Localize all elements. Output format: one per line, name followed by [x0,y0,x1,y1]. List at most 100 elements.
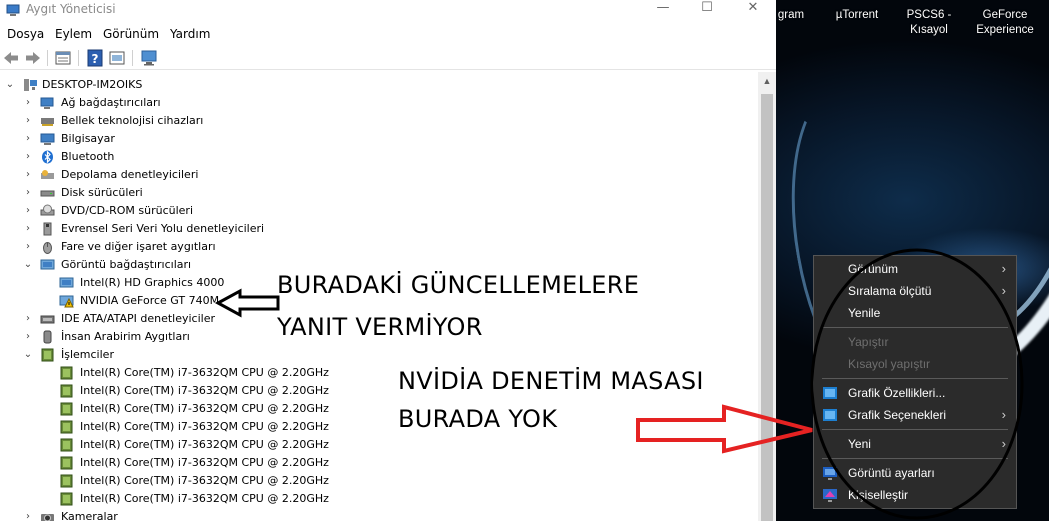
help-icon[interactable]: ? [86,49,104,67]
tree-device-label: Intel(R) Core(TM) i7-3632QM CPU @ 2.20GH… [80,474,329,487]
processor-icon [60,456,73,470]
back-icon[interactable] [2,49,20,67]
context-menu-item[interactable]: Grafik Seçenekleri › [814,404,1016,426]
collapse-chevron-icon[interactable]: ⌄ [4,76,16,94]
device-manager-window: Aygıt Yöneticisi — ☐ ✕ Dosya Eylem Görün… [0,0,776,521]
context-menu-item: Yapıştır [814,331,1016,353]
menu-help[interactable]: Yardım [170,27,210,41]
expand-chevron-icon[interactable]: › [22,184,34,202]
menu-separator [822,429,1008,430]
context-menu-item-label: Kişiselleştir [848,488,909,502]
toolbar: ? [0,46,776,70]
menu-view[interactable]: Görünüm [103,27,159,41]
context-menu-item[interactable]: Görüntü ayarları [814,462,1016,484]
tree-category-label: Görüntü bağdaştırıcıları [61,258,192,271]
tree-category[interactable]: › Disk sürücüleri [0,184,758,202]
tree-device-label: Intel(R) Core(TM) i7-3632QM CPU @ 2.20GH… [80,492,329,505]
menu-action[interactable]: Eylem [55,27,92,41]
expand-chevron-icon[interactable]: › [22,310,34,328]
tree-category[interactable]: › Bluetooth [0,148,758,166]
context-menu-item[interactable]: Sıralama ölçütü › [814,280,1016,302]
hid-icon [43,330,52,344]
collapse-chevron-icon[interactable]: ⌄ [22,256,34,274]
tree-category[interactable]: ⌄ İşlemciler [0,346,758,364]
submenu-chevron-icon: › [1001,436,1006,451]
desktop-icon-utorrent[interactable]: µTorrent [826,8,888,23]
tree-device-label: Intel(R) Core(TM) i7-3632QM CPU @ 2.20GH… [80,438,329,451]
tree-category[interactable]: › DVD/CD-ROM sürücüleri [0,202,758,220]
tree-category[interactable]: › Depolama denetleyicileri [0,166,758,184]
submenu-chevron-icon: › [1001,261,1006,276]
expand-chevron-icon[interactable]: › [22,112,34,130]
menu-file[interactable]: Dosya [7,27,44,41]
desktop-icon-pscs6[interactable]: PSCS6 - Kısayol [898,8,960,38]
personalize-icon [823,489,837,502]
context-menu-item-label: Görüntü ayarları [848,466,935,480]
maximize-button[interactable]: ☐ [684,0,730,20]
tree-category[interactable]: › Kameralar [0,508,758,521]
svg-text:?: ? [92,52,99,66]
tree-device[interactable]: Intel(R) Core(TM) i7-3632QM CPU @ 2.20GH… [0,490,758,508]
tree-category[interactable]: › Bilgisayar [0,130,758,148]
context-menu-item[interactable]: Yenile [814,302,1016,324]
processor-icon [60,366,73,380]
tree-category[interactable]: › Fare ve diğer işaret aygıtları [0,238,758,256]
network-icon [40,97,54,109]
toolbar-divider [78,50,79,66]
close-button[interactable]: ✕ [730,0,776,20]
tree-device[interactable]: Intel(R) Core(TM) i7-3632QM CPU @ 2.20GH… [0,400,758,418]
expand-chevron-icon[interactable]: › [22,148,34,166]
context-menu-item[interactable]: Grafik Özellikleri... [814,382,1016,404]
annotation-text-not-here: BURADA YOK [398,405,558,433]
show-hidden-icon[interactable] [108,49,126,67]
properties-icon[interactable] [54,49,72,67]
toolbar-divider [47,50,48,66]
submenu-chevron-icon: › [1001,407,1006,422]
context-menu-item[interactable]: Yeni › [814,433,1016,455]
desktop-icon-instagram[interactable]: gram [776,8,808,23]
expand-chevron-icon[interactable]: › [22,130,34,148]
minimize-button[interactable]: — [640,0,686,20]
expand-chevron-icon[interactable]: › [22,220,34,238]
tree-device[interactable]: Intel(R) Core(TM) i7-3632QM CPU @ 2.20GH… [0,454,758,472]
tree-device-label: Intel(R) Core(TM) i7-3632QM CPU @ 2.20GH… [80,366,329,379]
vertical-scrollbar[interactable]: ▲ [758,72,776,521]
annotation-text-updates: BURADAKİ GÜNCELLEMELERE [277,271,640,299]
processor-icon [60,474,73,488]
processor-icon [60,384,73,398]
expand-chevron-icon[interactable]: › [22,238,34,256]
context-menu-item: Kısayol yapıştır [814,353,1016,375]
tree-device[interactable]: Intel(R) Core(TM) i7-3632QM CPU @ 2.20GH… [0,418,758,436]
tree-device[interactable]: Intel(R) Core(TM) i7-3632QM CPU @ 2.20GH… [0,472,758,490]
monitor-scan-icon[interactable] [140,49,158,67]
forward-icon[interactable] [24,49,42,67]
expand-chevron-icon[interactable]: › [22,328,34,346]
tree-category[interactable]: › Ağ bağdaştırıcıları [0,94,758,112]
scroll-up-icon[interactable]: ▲ [758,76,776,90]
tree-category[interactable]: › Evrensel Seri Veri Yolu denetleyicileri [0,220,758,238]
bluetooth-icon [42,150,53,164]
menu-separator [822,458,1008,459]
tree-device[interactable]: Intel(R) Core(TM) i7-3632QM CPU @ 2.20GH… [0,436,758,454]
tree-root[interactable]: ⌄ DESKTOP-IM2OIKS [0,76,758,94]
tree-root-label: DESKTOP-IM2OIKS [42,78,143,91]
processor-icon [60,402,73,416]
context-menu-item[interactable]: Görünüm › [814,258,1016,280]
expand-chevron-icon[interactable]: › [22,166,34,184]
menu-separator [822,378,1008,379]
processor-icon [60,438,73,452]
tree-category-label: Kameralar [61,510,118,521]
computer-icon [40,133,55,145]
desktop-icon-geforce-experience[interactable]: GeForce Experience [972,8,1038,38]
tree-category[interactable]: › Bellek teknolojisi cihazları [0,112,758,130]
storage-icon [41,170,54,179]
tree-device-label: Intel(R) Core(TM) i7-3632QM CPU @ 2.20GH… [80,420,329,433]
expand-chevron-icon[interactable]: › [22,202,34,220]
collapse-chevron-icon[interactable]: ⌄ [22,346,34,364]
context-menu-item[interactable]: Kişiselleştir [814,484,1016,506]
expand-chevron-icon[interactable]: › [22,94,34,112]
submenu-chevron-icon: › [1001,283,1006,298]
expand-chevron-icon[interactable]: › [22,508,34,521]
tree-category-label: Bluetooth [61,150,115,163]
scrollbar-thumb[interactable] [761,94,773,521]
